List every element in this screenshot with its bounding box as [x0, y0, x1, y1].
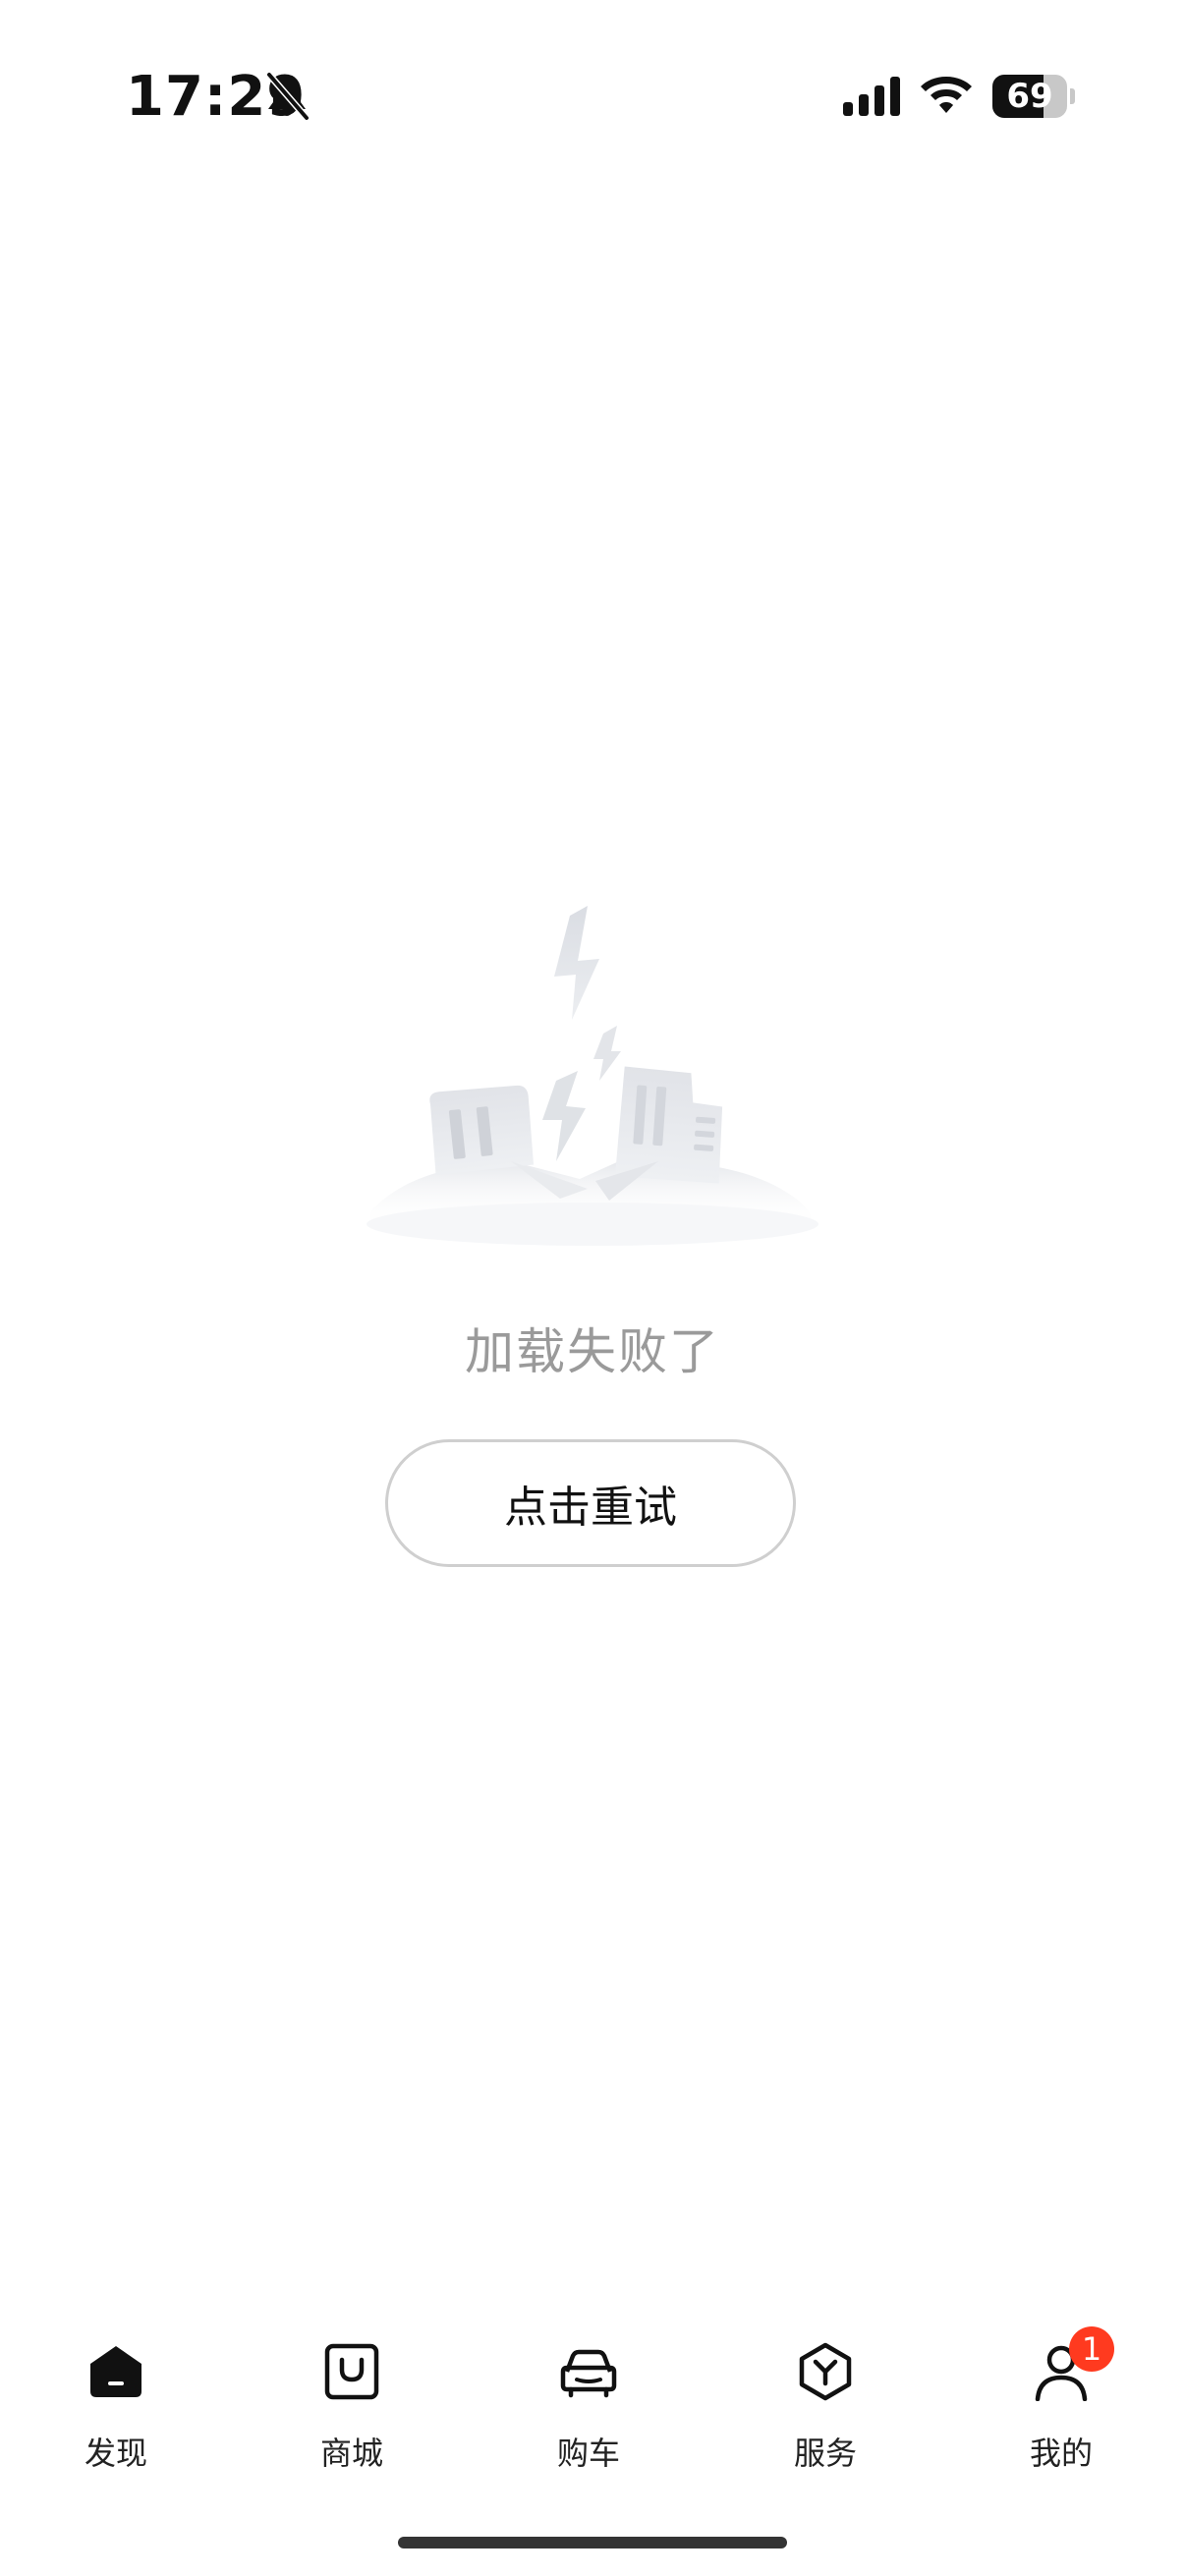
bell-slash-icon — [265, 71, 310, 122]
retry-button[interactable]: 点击重试 — [385, 1439, 796, 1567]
tab-label: 我的 — [1029, 2435, 1093, 2472]
home-indicator[interactable] — [398, 2537, 787, 2548]
tab-mine[interactable]: 1 我的 — [963, 2319, 1159, 2486]
notification-badge: 1 — [1069, 2326, 1114, 2372]
battery-icon: 69 — [992, 75, 1075, 118]
tab-label: 购车 — [556, 2435, 620, 2472]
tab-service[interactable]: 服务 — [727, 2319, 924, 2486]
tab-discover[interactable]: 发现 — [18, 2319, 214, 2486]
battery-level: 69 — [1006, 77, 1053, 116]
service-hexagon-icon — [799, 2342, 852, 2401]
tab-label: 商城 — [319, 2435, 383, 2472]
home-icon — [90, 2346, 141, 2397]
battery-cap — [1070, 88, 1075, 104]
broken-city-lightning-illustration — [367, 906, 818, 1246]
car-icon — [560, 2349, 617, 2398]
cellular-signal-icon — [843, 77, 900, 116]
tab-label: 发现 — [84, 2435, 147, 2472]
bottom-tab-bar: 发现 商城 购车 服务 1 我的 — [0, 2319, 1185, 2486]
tab-mall[interactable]: 商城 — [254, 2319, 450, 2486]
tab-label: 服务 — [793, 2435, 857, 2472]
error-message: 加载失败了 — [465, 1323, 720, 1380]
shopping-bag-icon — [324, 2343, 379, 2400]
tab-buy-car[interactable]: 购车 — [490, 2319, 687, 2486]
battery-body: 69 — [992, 75, 1067, 118]
status-bar: 17:29 69 — [0, 0, 1185, 196]
wifi-icon — [921, 77, 972, 113]
